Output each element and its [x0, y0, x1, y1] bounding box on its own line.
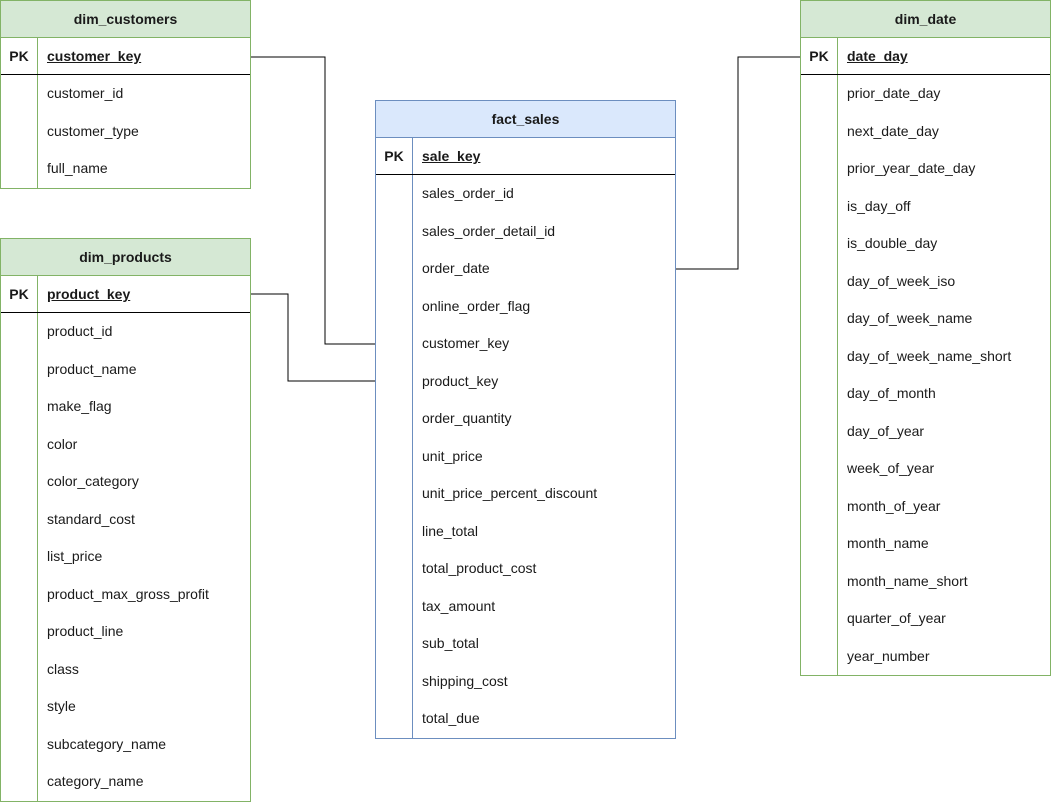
table-title: fact_sales: [376, 101, 675, 138]
field-row[interactable]: is_double_day: [801, 225, 1050, 263]
field-row[interactable]: is_day_off: [801, 188, 1050, 226]
field-row[interactable]: shipping_cost: [376, 663, 675, 701]
pk-field-name: customer_key: [47, 48, 142, 64]
field-row[interactable]: style: [1, 688, 250, 726]
pk-label: PK: [1, 38, 38, 74]
field-row[interactable]: tax_amount: [376, 588, 675, 626]
connector-date-to-sales: [676, 56, 800, 270]
field-list: customer_id customer_type full_name: [1, 75, 250, 188]
table-dim-date[interactable]: dim_date PK date_day prior_date_day next_…: [800, 0, 1051, 676]
pk-field-name: product_key: [47, 286, 131, 302]
field-row[interactable]: color: [1, 426, 250, 464]
connector-customers-to-sales: [251, 56, 375, 345]
field-row[interactable]: sub_total: [376, 625, 675, 663]
field-row[interactable]: customer_type: [1, 113, 250, 151]
field-row[interactable]: month_of_year: [801, 488, 1050, 526]
field-row[interactable]: month_name: [801, 525, 1050, 563]
field-row[interactable]: year_number: [801, 638, 1050, 676]
pk-field-name: sale_key: [422, 148, 481, 164]
field-row[interactable]: product_name: [1, 351, 250, 389]
table-title: dim_products: [1, 239, 250, 276]
pk-label: PK: [801, 38, 838, 74]
field-row[interactable]: week_of_year: [801, 450, 1050, 488]
table-title: dim_date: [801, 1, 1050, 38]
field-row[interactable]: line_total: [376, 513, 675, 551]
field-row[interactable]: prior_date_day: [801, 75, 1050, 113]
table-dim-products[interactable]: dim_products PK product_key product_id pr…: [0, 238, 251, 802]
table-fact-sales[interactable]: fact_sales PK sale_key sales_order_id sal…: [375, 100, 676, 739]
field-row[interactable]: prior_year_date_day: [801, 150, 1050, 188]
field-row[interactable]: day_of_week_iso: [801, 263, 1050, 301]
connector-products-to-sales: [251, 293, 375, 382]
field-row[interactable]: product_max_gross_profit: [1, 576, 250, 614]
field-row[interactable]: quarter_of_year: [801, 600, 1050, 638]
field-row[interactable]: product_id: [1, 313, 250, 351]
field-row[interactable]: total_due: [376, 700, 675, 738]
field-row[interactable]: unit_price_percent_discount: [376, 475, 675, 513]
field-row[interactable]: day_of_week_name_short: [801, 338, 1050, 376]
field-row[interactable]: order_quantity: [376, 400, 675, 438]
field-row[interactable]: online_order_flag: [376, 288, 675, 326]
field-row[interactable]: day_of_year: [801, 413, 1050, 451]
table-title: dim_customers: [1, 1, 250, 38]
field-row[interactable]: product_line: [1, 613, 250, 651]
field-row[interactable]: list_price: [1, 538, 250, 576]
field-row[interactable]: full_name: [1, 150, 250, 188]
field-list: prior_date_day next_date_day prior_year_da…: [801, 75, 1050, 675]
table-dim-customers[interactable]: dim_customers PK customer_key customer_i…: [0, 0, 251, 189]
field-row[interactable]: subcategory_name: [1, 726, 250, 764]
primary-key-row[interactable]: PK sale_key: [376, 138, 675, 175]
field-row[interactable]: unit_price: [376, 438, 675, 476]
pk-label: PK: [376, 138, 413, 174]
field-row[interactable]: category_name: [1, 763, 250, 801]
field-row[interactable]: month_name_short: [801, 563, 1050, 601]
field-row[interactable]: sales_order_detail_id: [376, 213, 675, 251]
field-row[interactable]: day_of_week_name: [801, 300, 1050, 338]
primary-key-row[interactable]: PK product_key: [1, 276, 250, 313]
field-row[interactable]: sales_order_id: [376, 175, 675, 213]
field-row[interactable]: customer_key: [376, 325, 675, 363]
pk-label: PK: [1, 276, 38, 312]
field-row[interactable]: product_key: [376, 363, 675, 401]
field-list: sales_order_id sales_order_detail_id order…: [376, 175, 675, 738]
field-list: product_id product_name make_flag color colo…: [1, 313, 250, 801]
field-row[interactable]: total_product_cost: [376, 550, 675, 588]
field-row[interactable]: customer_id: [1, 75, 250, 113]
primary-key-row[interactable]: PK date_day: [801, 38, 1050, 75]
field-row[interactable]: color_category: [1, 463, 250, 501]
field-row[interactable]: make_flag: [1, 388, 250, 426]
field-row[interactable]: class: [1, 651, 250, 689]
pk-field-name: date_day: [847, 48, 908, 64]
field-row[interactable]: standard_cost: [1, 501, 250, 539]
field-row[interactable]: day_of_month: [801, 375, 1050, 413]
field-row[interactable]: next_date_day: [801, 113, 1050, 151]
field-row[interactable]: order_date: [376, 250, 675, 288]
primary-key-row[interactable]: PK customer_key: [1, 38, 250, 75]
